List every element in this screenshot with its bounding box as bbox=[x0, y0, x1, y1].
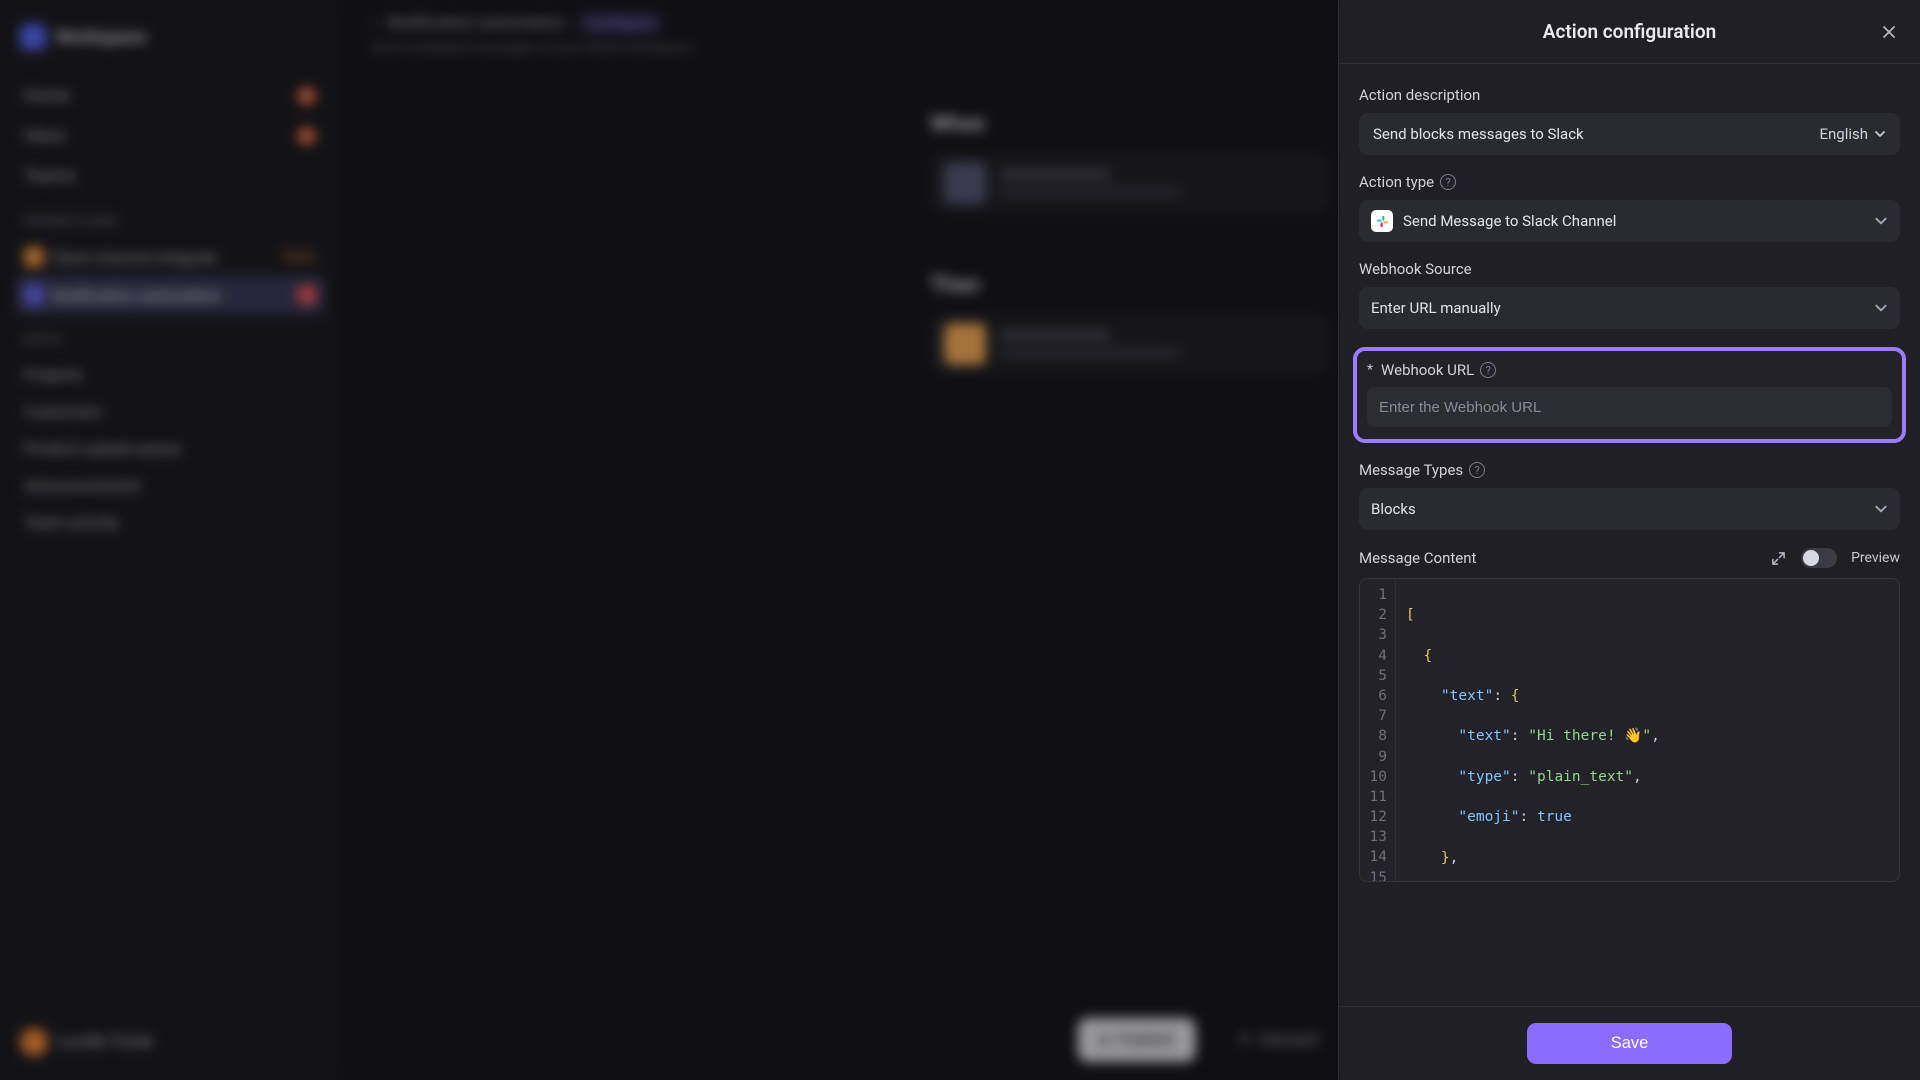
webhook-source-value: Enter URL manually bbox=[1371, 299, 1501, 317]
code-content: [ { "text": { "text": "Hi there! 👋", "ty… bbox=[1396, 579, 1899, 881]
field-message-content: Message Content Preview 1234567891011121… bbox=[1359, 548, 1900, 882]
line-gutter: 123456789101112131415 bbox=[1360, 579, 1396, 881]
webhook-url-label: * Webhook URL ? bbox=[1367, 361, 1892, 379]
field-message-types: Message Types ? Blocks bbox=[1359, 461, 1900, 530]
field-action-type: Action type ? Send Message to Slack Chan… bbox=[1359, 173, 1900, 242]
message-types-value: Blocks bbox=[1371, 500, 1416, 518]
action-description-label: Action description bbox=[1359, 86, 1900, 104]
toggle-knob bbox=[1803, 550, 1819, 566]
field-action-description: Action description Send blocks messages … bbox=[1359, 86, 1900, 155]
webhook-url-input-wrap bbox=[1367, 387, 1892, 427]
expand-icon bbox=[1771, 551, 1786, 566]
panel-header: Action configuration bbox=[1339, 0, 1920, 64]
close-icon bbox=[1881, 24, 1897, 40]
expand-button[interactable] bbox=[1769, 549, 1787, 567]
panel-footer: Save bbox=[1339, 1006, 1920, 1080]
help-icon[interactable]: ? bbox=[1480, 362, 1496, 378]
close-button[interactable] bbox=[1876, 19, 1902, 45]
panel-body: Action description Send blocks messages … bbox=[1339, 64, 1920, 1006]
webhook-url-input[interactable] bbox=[1379, 399, 1880, 416]
chevron-down-icon bbox=[1874, 502, 1888, 516]
preview-label: Preview bbox=[1851, 550, 1900, 566]
action-type-value: Send Message to Slack Channel bbox=[1403, 212, 1616, 230]
chevron-down-icon bbox=[1874, 214, 1888, 228]
preview-toggle[interactable] bbox=[1801, 548, 1837, 568]
save-button[interactable]: Save bbox=[1527, 1023, 1733, 1064]
panel-title: Action configuration bbox=[1543, 20, 1716, 43]
action-config-panel: Action configuration Action description … bbox=[1338, 0, 1920, 1080]
field-webhook-url-highlighted: * Webhook URL ? bbox=[1353, 347, 1906, 443]
language-value: English bbox=[1819, 125, 1868, 143]
help-icon[interactable]: ? bbox=[1469, 462, 1485, 478]
chevron-down-icon bbox=[1874, 128, 1886, 140]
message-content-label: Message Content bbox=[1359, 549, 1476, 567]
action-description-value: Send blocks messages to Slack bbox=[1373, 125, 1584, 143]
message-types-select[interactable]: Blocks bbox=[1359, 488, 1900, 530]
action-description-row[interactable]: Send blocks messages to Slack English bbox=[1359, 113, 1900, 155]
webhook-source-label: Webhook Source bbox=[1359, 260, 1900, 278]
language-select[interactable]: English bbox=[1819, 125, 1886, 143]
help-icon[interactable]: ? bbox=[1440, 174, 1456, 190]
field-webhook-source: Webhook Source Enter URL manually bbox=[1359, 260, 1900, 329]
slack-icon bbox=[1371, 210, 1393, 232]
action-type-select[interactable]: Send Message to Slack Channel bbox=[1359, 200, 1900, 242]
chevron-down-icon bbox=[1874, 301, 1888, 315]
action-type-label: Action type ? bbox=[1359, 173, 1900, 191]
required-asterisk: * bbox=[1367, 362, 1373, 378]
code-editor[interactable]: 123456789101112131415 [ { "text": { "tex… bbox=[1359, 578, 1900, 882]
webhook-source-select[interactable]: Enter URL manually bbox=[1359, 287, 1900, 329]
message-types-label: Message Types ? bbox=[1359, 461, 1900, 479]
